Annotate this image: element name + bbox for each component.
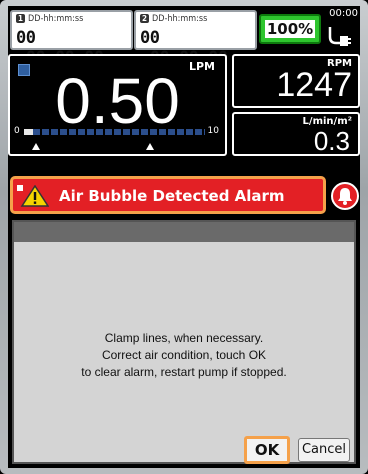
battery-percent: 100% <box>265 20 315 38</box>
battery-indicator: 100% <box>259 14 321 44</box>
lpm-scale: 0 10 <box>14 126 219 138</box>
timer-1[interactable]: 1DD-hh:mm:ss 00 -00:00:00 <box>10 10 133 68</box>
timer-1-number: 1 <box>16 14 26 23</box>
timer-2-number: 2 <box>140 14 150 23</box>
cancel-button[interactable]: Cancel <box>298 438 350 462</box>
screen: 1DD-hh:mm:ss 00 -00:00:00 2DD-hh:mm:ss 0… <box>8 6 360 468</box>
flow-index-value: 0.3 <box>313 126 350 156</box>
alarm-dialog: Clamp lines, when necessary. Correct air… <box>12 220 356 464</box>
scale-min: 0 <box>14 126 20 136</box>
alarm-title: Air Bubble Detected Alarm <box>59 187 285 205</box>
lpm-value: 0.50 <box>55 65 180 137</box>
alarm-warning-icon <box>17 185 49 207</box>
ok-button[interactable]: OK <box>244 436 290 464</box>
timer-2-format: DD-hh:mm:ss <box>152 14 208 24</box>
scale-fill <box>24 129 33 135</box>
timer-1-format: DD-hh:mm:ss <box>28 14 84 24</box>
alarm-bell-icon[interactable] <box>331 182 359 210</box>
instruction-line: Correct air condition, touch OK <box>101 348 267 362</box>
scale-max: 10 <box>207 126 219 136</box>
clock: 00:00 <box>329 8 358 19</box>
lpm-panel[interactable]: LPM 0.50 0 10 <box>8 54 227 156</box>
dialog-header <box>14 222 354 242</box>
scale-bar <box>24 129 205 135</box>
rpm-value: 1247 <box>276 66 352 104</box>
low-limit-marker <box>32 143 40 150</box>
alarm-banner[interactable]: Air Bubble Detected Alarm <box>10 176 326 214</box>
high-limit-marker <box>146 143 154 150</box>
alarm-instructions: Clamp lines, when necessary. Correct air… <box>14 330 354 381</box>
instruction-line: Clamp lines, when necessary. <box>104 331 264 345</box>
power-plug-icon <box>326 24 356 48</box>
flow-index-panel[interactable]: L/min/m² 0.3 <box>232 112 360 156</box>
timer-2[interactable]: 2DD-hh:mm:ss 00 -00:00:00 <box>134 10 257 68</box>
instruction-line: to clear alarm, restart pump if stopped. <box>81 365 287 379</box>
rpm-panel[interactable]: RPM 1247 <box>232 54 360 108</box>
